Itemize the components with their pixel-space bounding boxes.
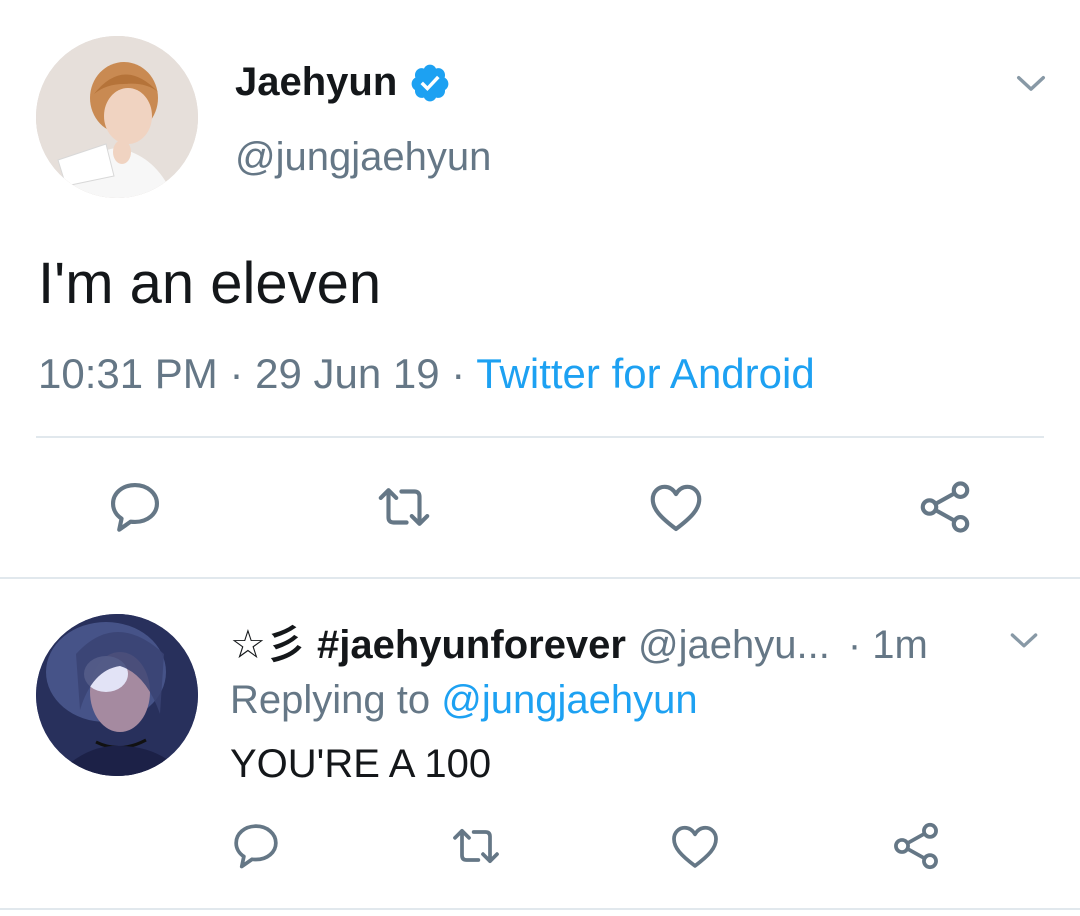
verified-badge-icon xyxy=(411,64,449,101)
meta-separator: · xyxy=(229,350,244,397)
reply-display-name[interactable]: ☆彡 #jaehyunforever xyxy=(230,612,626,670)
replying-to: Replying to @jungjaehyun xyxy=(230,678,698,723)
reply-author-avatar[interactable] xyxy=(36,614,198,776)
author-display-name[interactable]: Jaehyun xyxy=(235,60,397,105)
replying-to-prefix: Replying to xyxy=(230,678,431,722)
reply-retweet-button[interactable] xyxy=(448,818,504,874)
reply-button[interactable] xyxy=(104,476,166,538)
tweet-options-button[interactable] xyxy=(1010,62,1052,104)
chevron-down-icon xyxy=(1017,76,1045,91)
share-icon xyxy=(894,822,938,870)
reply-handle[interactable]: @jaehyu... xyxy=(638,623,830,668)
chevron-down-icon xyxy=(1010,633,1038,648)
reply-author-avatar-image xyxy=(36,614,198,776)
divider xyxy=(0,577,1080,579)
retweet-icon xyxy=(378,488,430,526)
divider xyxy=(0,908,1080,910)
reply-share-button[interactable] xyxy=(888,818,944,874)
author-display-name-row[interactable]: Jaehyun xyxy=(235,60,451,105)
reply-icon xyxy=(110,482,160,532)
reply-timestamp[interactable]: · 1m xyxy=(848,623,928,668)
tweet-meta: 10:31 PM · 29 Jun 19 · Twitter for Andro… xyxy=(38,350,815,398)
tweet-time: 10:31 PM xyxy=(38,350,218,397)
divider xyxy=(36,436,1044,438)
tweet-source-link[interactable]: Twitter for Android xyxy=(476,350,814,397)
share-icon xyxy=(920,481,970,533)
author-avatar[interactable] xyxy=(36,36,198,198)
share-button[interactable] xyxy=(914,476,976,538)
heart-icon xyxy=(672,825,718,868)
reply-icon xyxy=(234,824,278,869)
author-handle[interactable]: @jungjaehyun xyxy=(235,135,491,180)
replying-to-mention[interactable]: @jungjaehyun xyxy=(441,678,697,722)
reply-reply-button[interactable] xyxy=(228,818,284,874)
reply-header: ☆彡 #jaehyunforever @jaehyu... · 1m xyxy=(230,612,928,670)
retweet-button[interactable] xyxy=(373,476,435,538)
like-button[interactable] xyxy=(645,476,707,538)
author-avatar-image xyxy=(36,36,198,198)
tweet-date: 29 Jun 19 xyxy=(255,350,440,397)
reply-like-button[interactable] xyxy=(667,818,723,874)
retweet-icon xyxy=(453,828,499,864)
reply-text: YOU'RE A 100 xyxy=(230,742,492,786)
tweet-text: I'm an eleven xyxy=(38,251,382,316)
meta-separator: · xyxy=(451,350,466,397)
heart-icon xyxy=(650,484,702,532)
reply-options-button[interactable] xyxy=(1004,620,1044,660)
